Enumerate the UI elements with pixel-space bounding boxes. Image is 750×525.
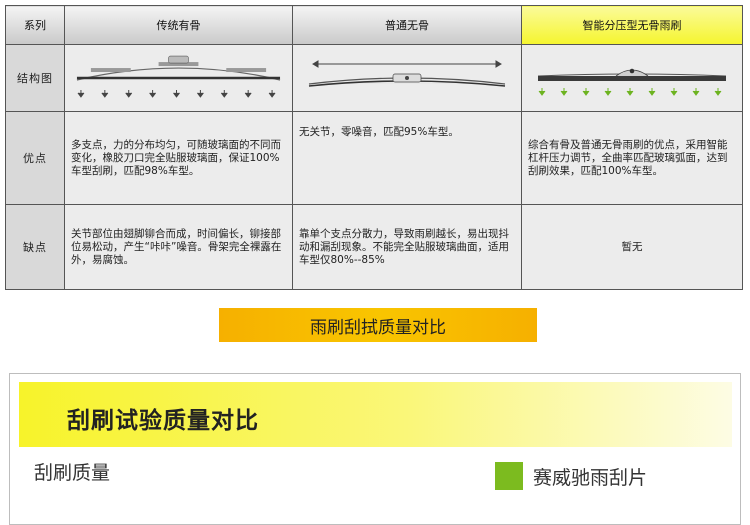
pressure-arrows (77, 89, 276, 98)
table-row-cons: 缺点 关节部位由翅脚铆合而成，时间偏长，铆接部位易松动，产生“咔咔”噪音。骨架完… (5, 204, 743, 290)
traditional-blade-diagram (64, 44, 293, 112)
row-label-structure: 结构图 (5, 44, 65, 112)
smart-cons: 暂无 (521, 204, 743, 290)
boneless-blade-image (308, 60, 506, 87)
wipe-test-panel: 刮刷试验质量对比 刮刷质量 赛威驰雨刮片 (9, 373, 741, 525)
header-boneless: 普通无骨 (292, 5, 522, 45)
table-header-row: 系列 传统有骨 普通无骨 智能分压型无骨雨刷 (5, 5, 743, 45)
table-row-structure: 结构图 (5, 44, 743, 112)
force-span-arrow (312, 60, 502, 68)
header-traditional: 传统有骨 (64, 5, 293, 45)
pivot-icon (629, 68, 635, 74)
traditional-cons: 关节部位由翅脚铆合而成，时间偏长，铆接部位易松动，产生“咔咔”噪音。骨架完全裸露… (64, 204, 293, 290)
smart-blade-image (537, 68, 727, 96)
quality-comparison-banner: 雨刷刮拭质量对比 (219, 308, 537, 342)
center-connector (168, 55, 189, 64)
yoke-left (90, 68, 131, 73)
legend-swatch (495, 462, 523, 490)
panel-subtitle: 刮刷质量 (34, 462, 111, 484)
row-label-pros: 优点 (5, 111, 65, 205)
comparison-table: 系列 传统有骨 普通无骨 智能分压型无骨雨刷 结构图 优点 多支点，力的分布均匀… (5, 5, 743, 290)
traditional-pros: 多支点，力的分布均匀，可随玻璃面的不同而变化，橡胶刀口完全贴服玻璃面，保证100… (64, 111, 293, 205)
green-pressure-arrows (538, 88, 722, 96)
yoke-right (226, 68, 267, 73)
boneless-cons: 靠单个支点分散力，导致雨刷越长，易出现抖动和漏刮现象。不能完全贴服玻璃曲面，适用… (292, 204, 522, 290)
table-row-pros: 优点 多支点，力的分布均匀，可随玻璃面的不同而变化，橡胶刀口完全贴服玻璃面，保证… (5, 111, 743, 205)
header-series: 系列 (5, 5, 65, 45)
boneless-blade-diagram (292, 44, 522, 112)
boneless-pros: 无关节，零噪音，匹配95%车型。 (292, 111, 522, 205)
header-smart-boneless: 智能分压型无骨雨刷 (521, 5, 743, 45)
panel-header: 刮刷试验质量对比 (19, 382, 732, 447)
traditional-blade-image (76, 55, 281, 98)
legend-label: 赛威驰雨刮片 (533, 466, 648, 489)
legend-item: 赛威驰雨刮片 (495, 462, 647, 490)
row-label-cons: 缺点 (5, 204, 65, 290)
panel-title: 刮刷试验质量对比 (67, 408, 259, 434)
smart-pros: 综合有骨及普通无骨雨刷的优点，采用智能杠杆压力调节，全曲率匹配玻璃弧面，达到刮刷… (521, 111, 743, 205)
banner-text: 雨刷刮拭质量对比 (310, 317, 446, 338)
smart-blade-diagram (521, 44, 743, 112)
